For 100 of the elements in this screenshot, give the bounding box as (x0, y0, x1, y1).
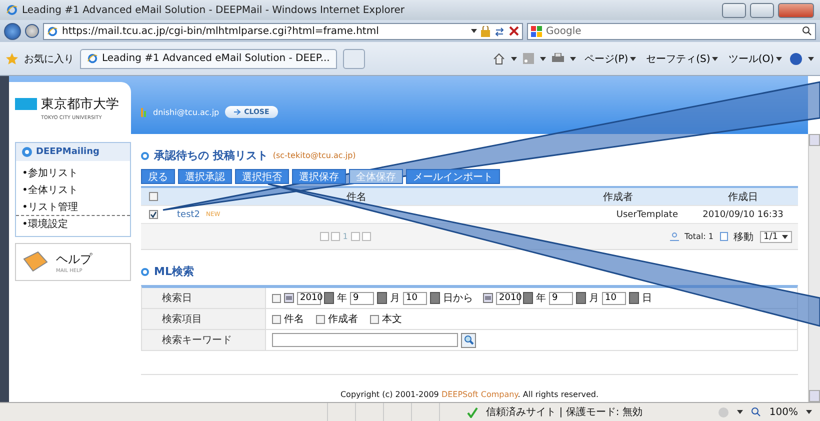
printer-icon[interactable] (552, 53, 564, 64)
spin-button[interactable] (523, 292, 533, 304)
spin-button[interactable] (576, 292, 586, 304)
checkbox-label: 作成者 (328, 312, 358, 326)
refresh-icon[interactable] (494, 26, 505, 36)
caret-icon (712, 56, 718, 60)
stop-icon[interactable] (509, 26, 519, 36)
address-field[interactable]: https://mail.tcu.ac.jp/cgi-bin/mlhtmlparse.cgi?html=frame.html (43, 22, 523, 40)
home-icon[interactable] (493, 52, 506, 64)
day-field[interactable]: 10 (602, 292, 626, 304)
checkmark-icon (150, 211, 157, 218)
action-button[interactable]: メールインポート (406, 169, 500, 184)
new-tab-button[interactable] (342, 48, 365, 68)
spin-button[interactable] (324, 292, 334, 304)
search-provider-icon (531, 26, 542, 36)
favorites-label[interactable]: お気に入り (24, 52, 74, 66)
app-logo-icon (22, 147, 32, 157)
section-bullet-icon (141, 268, 149, 276)
total-count: Total: 1 (684, 232, 714, 241)
checkbox[interactable] (272, 294, 281, 302)
day-label: 日から (443, 292, 473, 305)
spin-button[interactable] (629, 292, 639, 304)
sidebar-item[interactable]: •全体リスト (16, 181, 130, 198)
caret-icon (540, 56, 546, 60)
checkbox[interactable] (272, 314, 281, 324)
checkbox-label: 本文 (382, 312, 402, 326)
zoom-icon (751, 407, 762, 417)
help-title: ヘルプ (56, 250, 92, 268)
search-field[interactable]: Google (527, 22, 816, 40)
checkbox[interactable] (316, 314, 325, 324)
checkbox-label: 件名 (284, 313, 304, 326)
arrow-icon (234, 109, 242, 115)
day-field[interactable]: 10 (403, 292, 427, 304)
year-field[interactable]: 2010 (496, 292, 520, 304)
subject-link[interactable]: test2 (177, 210, 200, 220)
caret-icon (782, 234, 788, 238)
page-select[interactable]: 1/1 (760, 230, 792, 242)
command-menu[interactable]: セーフティ(S) (644, 52, 720, 66)
lock-icon (481, 26, 490, 36)
caret-icon (570, 56, 576, 60)
sidebar-item[interactable]: •参加リスト (16, 164, 130, 181)
month-field[interactable]: 9 (350, 292, 374, 304)
back-button[interactable] (4, 22, 21, 40)
list-address: (sc-tekito@tcu.ac.jp) (272, 151, 356, 160)
spin-button[interactable] (430, 292, 440, 304)
minimize-button[interactable] (722, 2, 746, 18)
month-field[interactable]: 9 (549, 292, 573, 304)
spin-button[interactable] (377, 292, 387, 304)
action-button[interactable]: 選択拒否 (235, 169, 289, 184)
star-icon (6, 52, 18, 64)
caret-icon (511, 56, 518, 60)
checkbox[interactable] (149, 210, 158, 219)
caret-icon (776, 56, 782, 60)
month-label: 月 (390, 292, 400, 305)
page-icon (720, 232, 728, 241)
checkbox[interactable] (149, 192, 158, 201)
security-zone: 信頼済みサイト | 保護モード: 無効 (486, 406, 642, 419)
move-label: 移動 (734, 230, 754, 244)
sidebar-title: DEEPMailing (36, 147, 100, 157)
table-cell-text: 2010/09/10 16:33 (702, 210, 784, 220)
year-field[interactable]: 2010 (297, 292, 321, 304)
caret-icon (737, 410, 744, 414)
browser-logo-icon (6, 4, 18, 16)
maximize-button[interactable] (750, 2, 774, 18)
action-button[interactable]: 選択保存 (292, 169, 346, 184)
search-icon[interactable] (802, 26, 812, 36)
month-label: 月 (589, 292, 599, 305)
forward-button[interactable] (25, 24, 39, 38)
section-bullet-icon (141, 152, 149, 160)
caret-icon (471, 29, 477, 33)
checkbox[interactable] (370, 314, 379, 324)
row-label: 検索項目 (142, 309, 266, 329)
caret-icon (630, 56, 636, 60)
command-menu[interactable]: ページ(P) (582, 52, 638, 66)
action-button[interactable]: 選択承認 (178, 169, 232, 184)
table-cell-text: UserTemplate (615, 210, 679, 220)
sidebar-item[interactable]: •環境設定 (16, 215, 130, 232)
zoom-level[interactable]: 100% (769, 406, 798, 418)
logo-title: 東京都市大学 (41, 96, 119, 113)
logo-mark-icon (15, 98, 37, 110)
day-label: 日 (642, 292, 652, 305)
browser-logo-icon (47, 26, 58, 36)
close-button[interactable] (778, 2, 814, 18)
action-button[interactable]: 戻る (141, 169, 175, 184)
search-button[interactable] (461, 332, 476, 348)
command-menu[interactable]: ツール(O) (726, 52, 784, 66)
pager-arrows-icon[interactable] (350, 232, 371, 241)
scroll-bar[interactable] (808, 134, 820, 402)
year-label: 年 (337, 292, 347, 305)
keyword-field[interactable] (272, 333, 458, 347)
calendar-icon[interactable] (284, 293, 294, 303)
browser-tab[interactable]: Leading #1 Advanced eMail Solution - DEEP... (80, 48, 337, 68)
sidebar-item[interactable]: •リスト管理 (16, 198, 130, 215)
row-label: 検索日 (142, 288, 266, 308)
pager-arrows-icon[interactable] (320, 232, 340, 241)
copyright-text: Copyright (c) 2001-2009 DEEPSoft Company. All rights reserved. (340, 390, 599, 399)
calendar-icon[interactable] (483, 293, 493, 303)
search-icon (464, 335, 474, 345)
section-title: ML検索 (154, 264, 194, 279)
column-header: 件名 (346, 190, 368, 204)
